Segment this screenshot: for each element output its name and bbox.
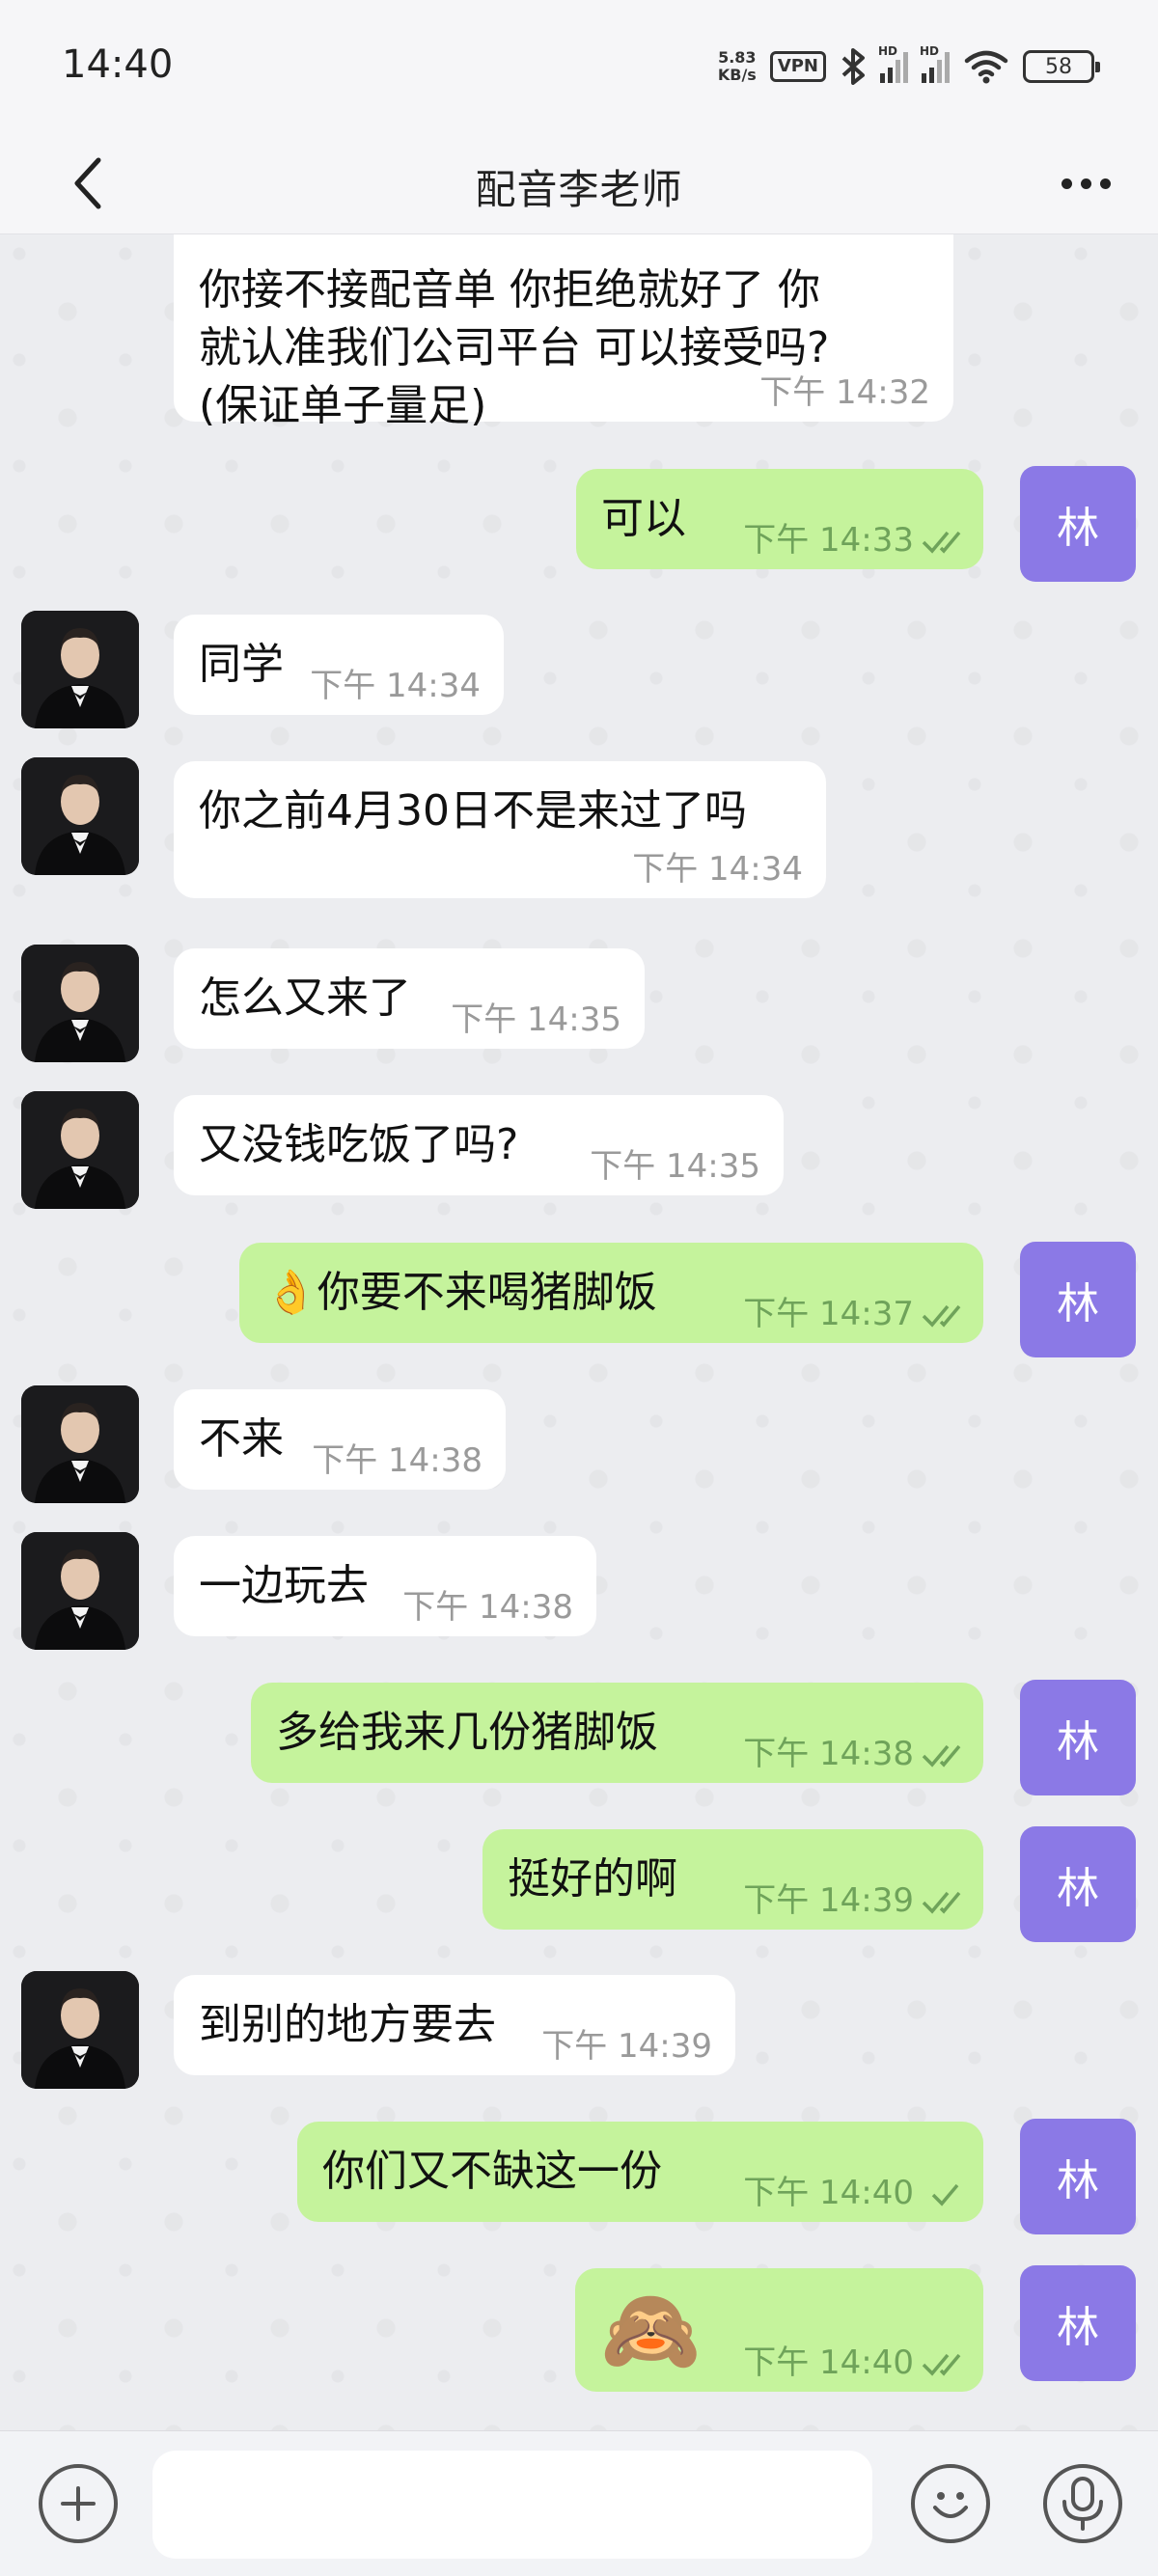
chat-title: 配音李老师 [475, 166, 683, 213]
hd-label: HD [878, 44, 898, 58]
message-text: 多给我来几份猪脚饭 [276, 1708, 658, 1757]
signal-icon: HD [920, 44, 950, 83]
message-bubble-incoming[interactable]: 又没钱吃饭了吗? 下午 14:35 [174, 1095, 784, 1195]
message-time: 下午 14:34 [310, 667, 481, 705]
my-avatar[interactable]: 林 [1020, 1242, 1136, 1357]
message-bubble-incoming[interactable]: 怎么又来了 下午 14:35 [174, 948, 645, 1049]
double-check-icon [922, 1891, 961, 1914]
message-bubble-outgoing[interactable]: 👌你要不来喝猪脚饭 下午 14:37 [239, 1243, 983, 1343]
message-time: 下午 14:34 [632, 850, 803, 889]
message-bubble-incoming[interactable]: 你接不接配音单 你拒绝就好了 你 就认准我们公司平台 可以接受吗? (保证单子量… [174, 234, 953, 430]
message-time: 下午 14:38 [312, 1441, 482, 1480]
message-text: 到别的地方要去 [199, 2000, 496, 2049]
message-text-line: 你接不接配音单 你拒绝就好了 你 [199, 265, 820, 315]
battery-icon: 58 [1023, 50, 1100, 83]
status-icons: 5.83 KB/s VPN HD HD 58 [718, 44, 1100, 89]
message-time: 下午 14:40 [743, 2343, 914, 2382]
chat-header: 配音李老师 [0, 130, 1158, 234]
message-bubble-incoming[interactable]: 一边玩去 下午 14:38 [174, 1536, 596, 1636]
message-time: 下午 14:40 [743, 2174, 914, 2212]
message-time: 下午 14:37 [743, 1295, 914, 1333]
contact-avatar[interactable] [21, 1532, 139, 1650]
message-time: 下午 14:38 [743, 1735, 914, 1773]
message-text: 你之前4月30日不是来过了吗 [199, 786, 747, 836]
network-speed-unit: KB/s [717, 66, 757, 84]
single-check-icon [931, 2183, 959, 2206]
double-check-icon [922, 2353, 961, 2376]
person-photo-icon [21, 1971, 139, 2089]
message-text: 挺好的啊 [508, 1854, 677, 1904]
contact-avatar[interactable] [21, 1091, 139, 1209]
hd-label: HD [920, 44, 940, 58]
contact-avatar[interactable] [21, 757, 139, 875]
wifi-icon [964, 50, 1008, 84]
message-time: 下午 14:32 [759, 373, 930, 412]
network-speed-value: 5.83 [718, 48, 757, 67]
message-text: 一边玩去 [199, 1561, 369, 1610]
message-bubble-outgoing[interactable]: 你们又不缺这一份 下午 14:40 [297, 2122, 983, 2222]
person-photo-icon [21, 611, 139, 728]
message-bubble-outgoing[interactable]: 挺好的啊 下午 14:39 [482, 1829, 983, 1930]
message-text: 👌你要不来喝猪脚饭 [264, 1268, 657, 1317]
message-bubble-outgoing[interactable]: 🙈 下午 14:40 [575, 2268, 983, 2392]
my-avatar[interactable]: 林 [1020, 466, 1136, 582]
message-bubble-outgoing[interactable]: 可以 下午 14:33 [576, 469, 983, 569]
message-time: 下午 14:38 [402, 1588, 573, 1627]
message-bubble-incoming[interactable]: 同学 下午 14:34 [174, 615, 504, 715]
vpn-icon: VPN [769, 51, 826, 82]
plus-circle-icon [61, 2486, 96, 2521]
double-check-icon [922, 531, 961, 554]
message-text: 怎么又来了 [199, 973, 411, 1023]
message-time: 下午 14:35 [590, 1147, 760, 1186]
person-photo-icon [21, 945, 139, 1062]
network-speed: 5.83 KB/s [718, 49, 757, 84]
message-bubble-incoming[interactable]: 你之前4月30日不是来过了吗 下午 14:34 [174, 761, 826, 898]
more-options-button[interactable] [1052, 159, 1119, 207]
person-photo-icon [21, 1532, 139, 1650]
message-time: 下午 14:35 [451, 1000, 621, 1039]
my-avatar[interactable]: 林 [1020, 1826, 1136, 1942]
smiley-icon [933, 2492, 968, 2518]
more-dot [1080, 178, 1091, 189]
double-check-icon [922, 1744, 961, 1768]
message-time: 下午 14:39 [541, 2027, 712, 2066]
my-avatar[interactable]: 林 [1020, 2265, 1136, 2381]
attach-button[interactable] [39, 2464, 118, 2543]
message-input[interactable] [152, 2451, 872, 2559]
microphone-icon [1062, 2477, 1103, 2531]
message-text: 又没钱吃饭了吗? [199, 1120, 519, 1169]
status-bar: 14:40 5.83 KB/s VPN HD HD 58 [0, 0, 1158, 130]
message-time: 下午 14:39 [743, 1881, 914, 1920]
message-text: 你们又不缺这一份 [322, 2147, 662, 2196]
contact-avatar[interactable] [21, 611, 139, 728]
message-bubble-incoming[interactable]: 不来 下午 14:38 [174, 1389, 506, 1490]
person-photo-icon [21, 757, 139, 875]
contact-avatar[interactable] [21, 945, 139, 1062]
message-text: 不来 [199, 1414, 284, 1464]
emoji-button[interactable] [911, 2464, 990, 2543]
message-text: 🙈 [600, 2283, 702, 2377]
person-photo-icon [21, 1091, 139, 1209]
message-text: 可以 [601, 494, 686, 543]
my-avatar[interactable]: 林 [1020, 2119, 1136, 2234]
my-avatar[interactable]: 林 [1020, 1680, 1136, 1795]
voice-button[interactable] [1043, 2464, 1122, 2543]
more-dot [1099, 178, 1111, 189]
contact-avatar[interactable] [21, 1971, 139, 2089]
message-composer [0, 2430, 1158, 2576]
message-list[interactable]: 你接不接配音单 你拒绝就好了 你 就认准我们公司平台 可以接受吗? (保证单子量… [0, 234, 1158, 2430]
bluetooth-icon [841, 48, 865, 85]
message-text: 同学 [199, 640, 284, 689]
status-time: 14:40 [62, 42, 174, 87]
message-text-line: 就认准我们公司平台 可以接受吗? [199, 323, 830, 372]
person-photo-icon [21, 1385, 139, 1503]
message-bubble-outgoing[interactable]: 多给我来几份猪脚饭 下午 14:38 [251, 1683, 983, 1783]
contact-avatar[interactable] [21, 1385, 139, 1503]
message-time: 下午 14:33 [743, 521, 914, 560]
signal-icon: HD [878, 44, 908, 83]
message-bubble-incoming[interactable]: 到别的地方要去 下午 14:39 [174, 1975, 735, 2075]
double-check-icon [922, 1304, 961, 1328]
more-dots-icon [1061, 178, 1072, 189]
